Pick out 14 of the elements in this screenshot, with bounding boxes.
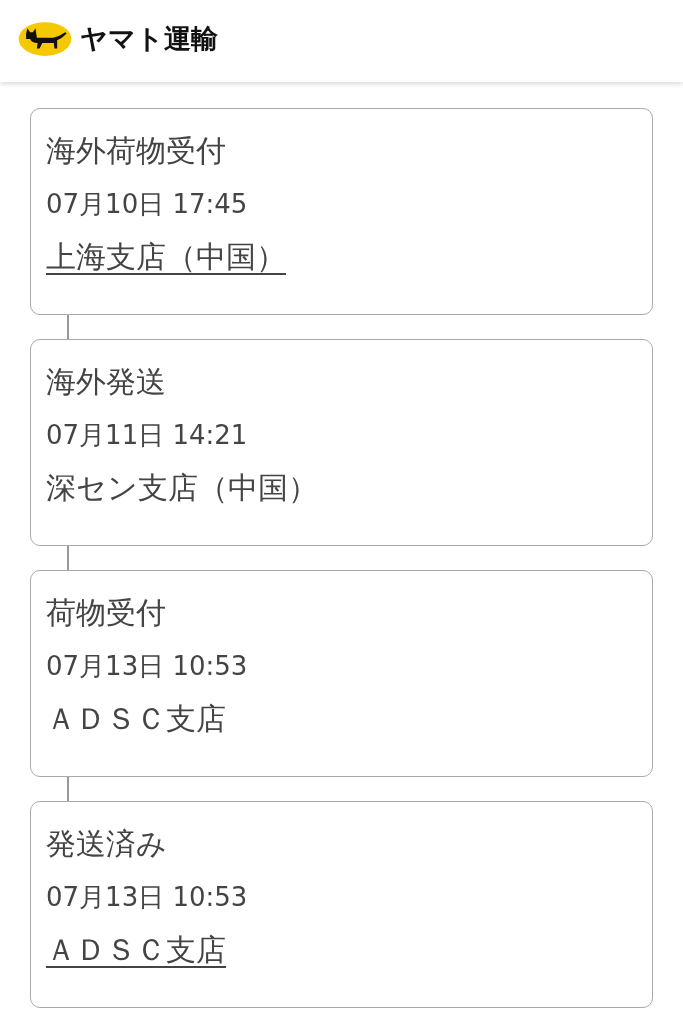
status-text: 発送済み xyxy=(46,825,168,863)
brand-name: ヤマト運輸 xyxy=(80,22,218,56)
status-text: 海外荷物受付 xyxy=(46,132,227,170)
date-time: 07月13日 10:53 xyxy=(46,881,249,914)
branch-name: ＡＤＳＣ支店 xyxy=(46,701,226,736)
branch-link[interactable]: 上海支店（中国） xyxy=(46,239,286,274)
date-time: 07月13日 10:53 xyxy=(46,650,249,683)
branch-link[interactable]: ＡＤＳＣ支店 xyxy=(46,932,226,967)
date-time: 07月10日 17:45 xyxy=(46,188,249,221)
date-time: 07月11日 14:21 xyxy=(46,419,249,452)
branch-name: 深セン支店（中国） xyxy=(46,470,318,505)
status-text: 海外発送 xyxy=(46,363,167,401)
status-text: 荷物受付 xyxy=(46,594,167,632)
cat-logo-icon[interactable] xyxy=(18,21,72,57)
